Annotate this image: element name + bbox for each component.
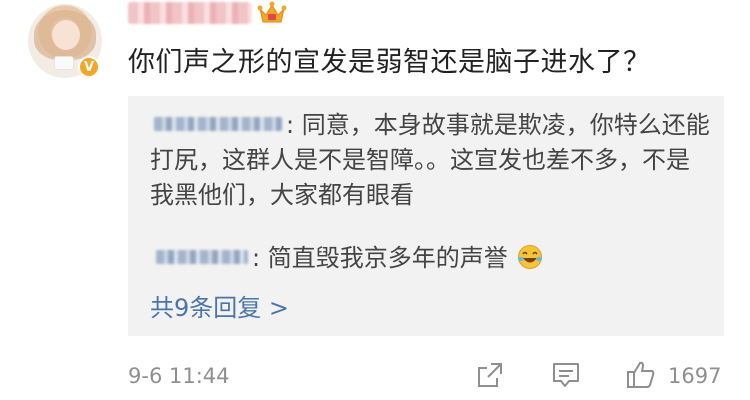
reply-box[interactable]: : 同意，本身故事就是欺凌，你特么还能打尻，这群人是不是智障。。这宣发也差不多，… [128, 96, 724, 336]
comment-icon[interactable] [551, 360, 581, 390]
more-replies-link[interactable]: 共9条回复 > [150, 288, 289, 323]
avatar-cup [54, 56, 74, 70]
reply-text: 简直毁我京多年的声誉 [267, 244, 508, 272]
timestamp: 9-6 11:44 [128, 364, 230, 388]
reply-author-blurred[interactable] [154, 117, 282, 131]
reply-author-blurred[interactable] [156, 250, 248, 264]
comment-text: 你们声之形的宣发是弱智还是脑子进水了？ [128, 47, 651, 78]
reply-separator: : [286, 111, 295, 139]
reply-item[interactable]: : 简直毁我京多年的声誉 [150, 241, 710, 276]
avatar-face [52, 20, 80, 50]
share-icon[interactable] [475, 360, 505, 390]
like-count: 1697 [668, 364, 722, 388]
reply-separator: : [252, 244, 261, 272]
reply-item[interactable]: : 同意，本身故事就是欺凌，你特么还能打尻，这群人是不是智障。。这宣发也差不多，… [150, 108, 710, 213]
crown-icon [257, 1, 287, 23]
like-icon[interactable] [626, 360, 656, 390]
verified-v-icon: V [78, 56, 100, 78]
laughing-tears-emoji [518, 245, 543, 269]
username-blurred[interactable] [128, 2, 252, 24]
